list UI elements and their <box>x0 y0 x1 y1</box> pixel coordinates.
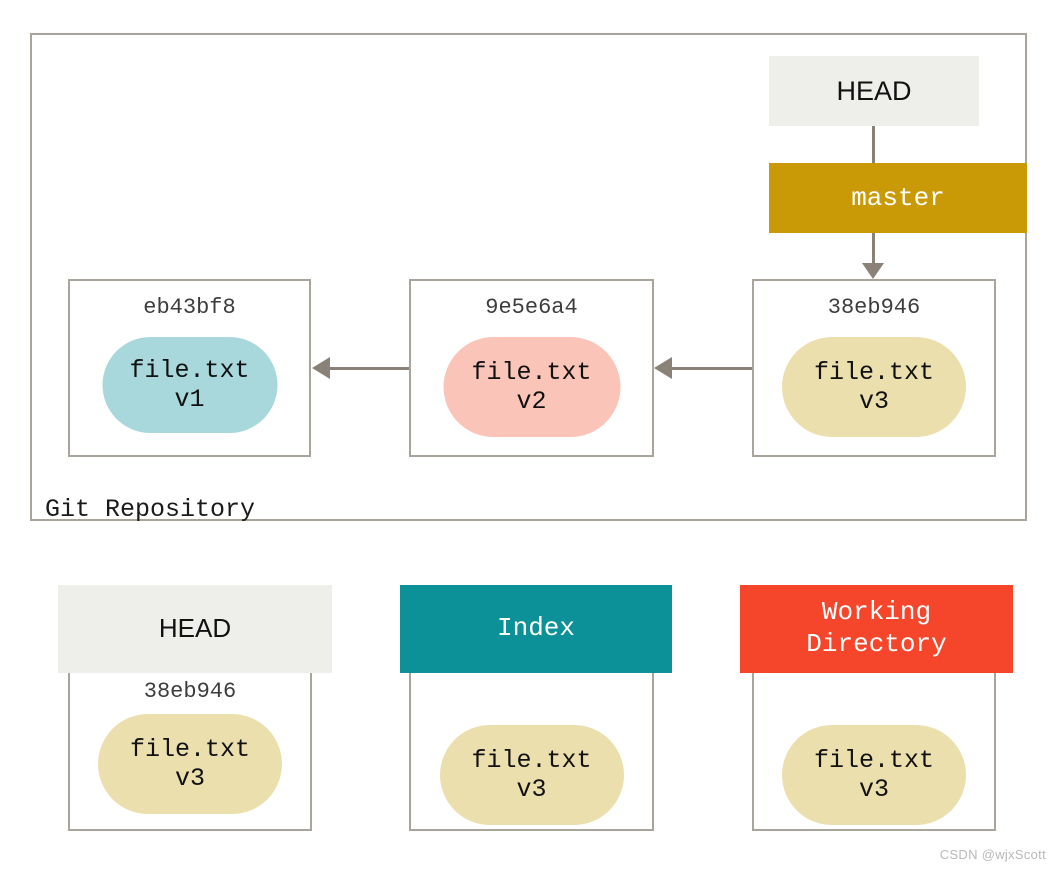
area-body-head: 38eb946 file.txt v3 <box>68 673 312 831</box>
master-branch-bar: master <box>769 163 1027 233</box>
watermark-text: CSDN @wjxScott <box>939 847 1046 862</box>
commit-hash: 38eb946 <box>827 295 921 320</box>
commit-node-38eb946: 38eb946 file.txt v3 <box>752 279 996 457</box>
blob-filename: file.txt <box>813 745 935 775</box>
commit-node-eb43bf8: eb43bf8 file.txt v1 <box>68 279 311 457</box>
area-commit-hash: 38eb946 <box>143 679 237 704</box>
area-header-working-directory: Working Directory <box>740 585 1013 673</box>
blob-file-v3: file.txt v3 <box>98 714 282 814</box>
blob-filename: file.txt <box>129 734 251 764</box>
blob-file-v3: file.txt v3 <box>782 337 966 437</box>
area-header-line2: Directory <box>806 629 947 659</box>
connector-commit2-to-commit1 <box>672 367 752 370</box>
head-pointer-box: HEAD <box>769 56 979 126</box>
commit-hash: 9e5e6a4 <box>485 295 578 320</box>
area-header-line1: Working <box>821 597 932 628</box>
arrowhead-left-icon <box>654 357 672 379</box>
commit-hash: eb43bf8 <box>143 295 236 320</box>
blob-version: v3 <box>858 387 889 416</box>
blob-filename: file.txt <box>471 745 592 775</box>
git-workflow-diagram: Git Repository HEAD master eb43bf8 file.… <box>0 0 1060 870</box>
connector-head-to-master <box>872 126 875 163</box>
blob-filename: file.txt <box>471 357 592 387</box>
blob-version: v3 <box>174 764 205 793</box>
blob-file-v1: file.txt v1 <box>102 337 277 433</box>
area-header-head: HEAD <box>58 585 332 673</box>
connector-master-to-commit <box>872 233 875 265</box>
blob-version: v3 <box>858 775 889 804</box>
git-repository-label: Git Repository <box>45 495 256 524</box>
blob-filename: file.txt <box>813 357 935 387</box>
connector-commit1-to-commit0 <box>330 367 409 370</box>
area-body-working-directory: file.txt v3 <box>752 673 996 831</box>
blob-file-v2: file.txt v2 <box>443 337 620 437</box>
blob-version: v1 <box>174 385 205 414</box>
area-header-index: Index <box>400 585 672 673</box>
blob-version: v3 <box>516 775 547 804</box>
blob-file-v3: file.txt v3 <box>439 725 624 825</box>
area-body-index: file.txt v3 <box>409 673 654 831</box>
blob-filename: file.txt <box>129 355 250 385</box>
arrowhead-down-icon <box>862 263 884 279</box>
blob-version: v2 <box>516 387 547 416</box>
commit-node-9e5e6a4: 9e5e6a4 file.txt v2 <box>409 279 654 457</box>
arrowhead-left-icon <box>312 357 330 379</box>
blob-file-v3: file.txt v3 <box>782 725 966 825</box>
